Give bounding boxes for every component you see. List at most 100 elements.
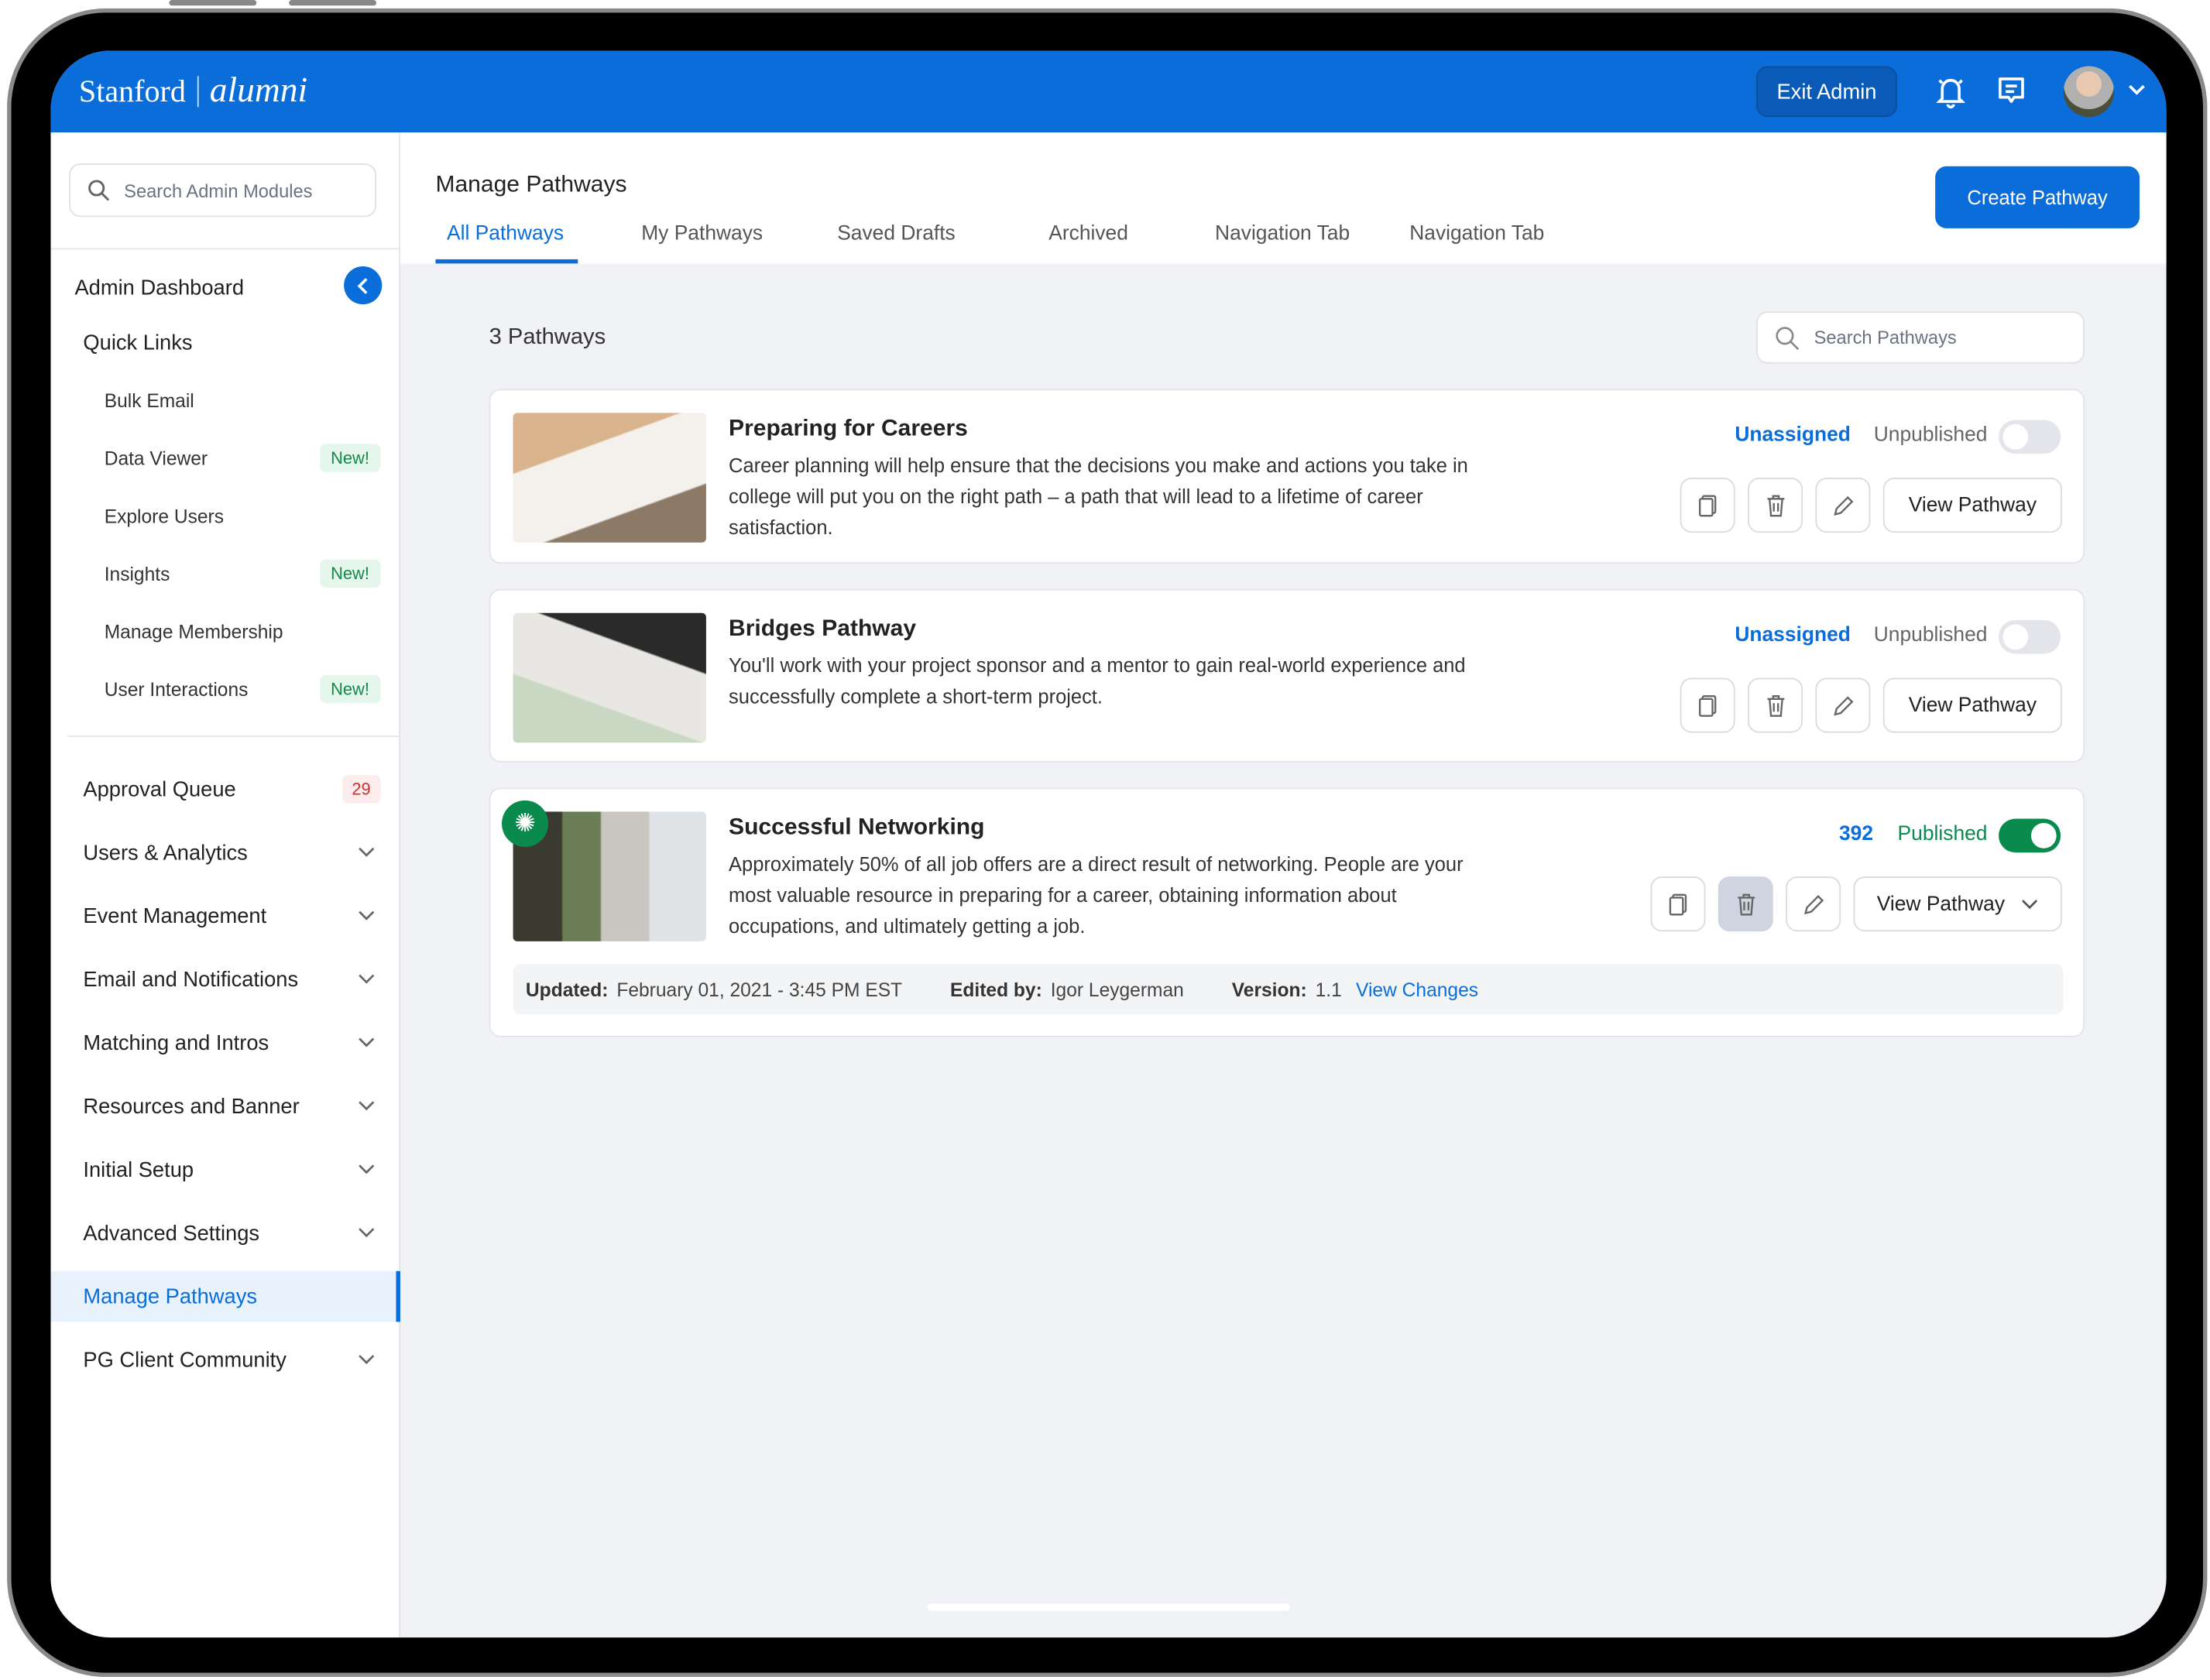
- label: Manage Membership: [104, 620, 283, 643]
- delete-button[interactable]: [1718, 876, 1773, 932]
- edit-button[interactable]: [1815, 478, 1871, 533]
- pathway-description: You'll work with your project sponsor an…: [729, 653, 1466, 708]
- label: User Interactions: [104, 678, 249, 700]
- tab-navigation[interactable]: Navigation Tab: [1215, 223, 1350, 245]
- tab-archived[interactable]: Archived: [1048, 223, 1128, 245]
- edit-button[interactable]: [1786, 876, 1841, 932]
- tab-saved-drafts[interactable]: Saved Drafts: [837, 223, 956, 245]
- label: Admin Dashboard: [74, 275, 245, 300]
- new-badge: New!: [319, 674, 381, 704]
- bell-icon[interactable]: [1935, 74, 1966, 109]
- stanford-alumni-logo[interactable]: Stanford alumni: [79, 72, 307, 111]
- assignment-status[interactable]: Unassigned: [1735, 424, 1851, 447]
- copy-icon: [1668, 893, 1687, 915]
- label: Advanced Settings: [83, 1221, 260, 1246]
- divider: [50, 248, 400, 250]
- label: Insights: [104, 563, 170, 585]
- label: Bulk Email: [104, 389, 194, 411]
- label: Approval Queue: [83, 777, 236, 801]
- sidebar-section[interactable]: Email and Notifications: [51, 964, 400, 995]
- sidebar-item-insights[interactable]: Insights New!: [51, 558, 400, 589]
- count-badge: 29: [341, 775, 381, 804]
- sidebar-item-pg-client-community[interactable]: PG Client Community: [51, 1344, 400, 1375]
- view-changes-link[interactable]: View Changes: [1356, 979, 1478, 999]
- admin-search-input[interactable]: Search Admin Modules: [69, 163, 376, 218]
- exit-admin-button[interactable]: Exit Admin: [1755, 66, 1897, 118]
- new-badge: New!: [319, 559, 381, 588]
- pathways-search-input[interactable]: Search Pathways: [1755, 311, 2085, 364]
- copy-icon: [1698, 694, 1716, 716]
- publish-status: Unpublished: [1873, 423, 1988, 447]
- publish-toggle[interactable]: [1999, 420, 2061, 454]
- delete-button[interactable]: [1748, 677, 1803, 733]
- top-bar: Stanford alumni Exit Admin: [50, 50, 2167, 133]
- pencil-icon: [1833, 495, 1853, 516]
- label: Edited by:: [950, 979, 1042, 1000]
- label: Quick Links: [83, 330, 193, 355]
- search-icon: [88, 180, 110, 201]
- chevron-down-icon: [359, 910, 375, 921]
- sidebar-item-user-interactions[interactable]: User Interactions New!: [51, 674, 400, 705]
- label: Updated:: [525, 979, 609, 1000]
- publish-status: Published: [1897, 822, 1988, 846]
- home-indicator: [927, 1603, 1290, 1611]
- search-placeholder: Search Admin Modules: [124, 180, 313, 201]
- label: Manage Pathways: [83, 1284, 258, 1309]
- duplicate-button[interactable]: [1680, 478, 1735, 533]
- assignment-status[interactable]: 392: [1839, 823, 1873, 845]
- edit-button[interactable]: [1815, 677, 1871, 733]
- sidebar-section[interactable]: Advanced Settings: [51, 1218, 400, 1249]
- version-number: 1.1: [1315, 979, 1342, 1000]
- duplicate-button[interactable]: [1650, 876, 1706, 932]
- label: Email and Notifications: [83, 967, 299, 992]
- collapse-sidebar-button[interactable]: [344, 266, 383, 305]
- chevron-down-icon: [359, 1101, 375, 1111]
- publish-toggle[interactable]: [1999, 619, 2061, 654]
- label: View Pathway: [1908, 694, 2037, 717]
- pathway-title[interactable]: Bridges Pathway: [729, 615, 916, 643]
- page-title: Manage Pathways: [435, 172, 627, 197]
- search-icon: [1776, 326, 1800, 350]
- sidebar-section[interactable]: Matching and Intros: [51, 1027, 400, 1058]
- sidebar-section[interactable]: Resources and Banner: [51, 1091, 400, 1122]
- chat-icon[interactable]: [1996, 74, 2026, 108]
- view-pathway-button[interactable]: View Pathway: [1882, 677, 2062, 733]
- pathway-title[interactable]: Successful Networking: [729, 814, 984, 842]
- tab-all-pathways[interactable]: All Pathways: [447, 223, 564, 245]
- chevron-down-icon[interactable]: [2127, 83, 2147, 97]
- trash-icon: [1766, 694, 1784, 716]
- sidebar-item-quick-links[interactable]: Quick Links: [51, 327, 400, 358]
- featured-badge-icon: ✺: [501, 800, 549, 847]
- chevron-down-icon: [359, 974, 375, 984]
- sidebar-section[interactable]: Users & Analytics: [51, 837, 400, 868]
- delete-button[interactable]: [1748, 478, 1803, 533]
- assignment-status[interactable]: Unassigned: [1735, 624, 1851, 646]
- chevron-left-icon: [356, 277, 367, 293]
- tab-navigation[interactable]: Navigation Tab: [1409, 223, 1544, 245]
- view-pathway-button[interactable]: View Pathway: [1882, 478, 2062, 533]
- pathway-title[interactable]: Preparing for Careers: [729, 416, 968, 443]
- hardware-button: [289, 0, 376, 6]
- sidebar-item-explore-users[interactable]: Explore Users: [51, 500, 400, 531]
- view-pathway-dropdown[interactable]: View Pathway: [1853, 876, 2062, 932]
- duplicate-button[interactable]: [1680, 677, 1735, 733]
- chevron-down-icon: [359, 1355, 375, 1365]
- publish-toggle[interactable]: [1999, 818, 2061, 853]
- sidebar: Search Admin Modules Admin Dashboard Qui…: [50, 132, 400, 1638]
- create-pathway-button[interactable]: Create Pathway: [1935, 166, 2140, 228]
- user-avatar[interactable]: [2063, 66, 2115, 118]
- sidebar-item-data-viewer[interactable]: Data Viewer New!: [51, 443, 400, 474]
- pathway-thumbnail: [513, 413, 706, 543]
- logo-secondary: alumni: [209, 71, 308, 110]
- label: Explore Users: [104, 505, 225, 526]
- sidebar-section[interactable]: Event Management: [51, 900, 400, 931]
- tab-my-pathways[interactable]: My Pathways: [641, 223, 763, 245]
- sidebar-item-approval-queue[interactable]: Approval Queue 29: [51, 773, 400, 804]
- pathway-card: Bridges Pathway You'll work with your pr…: [489, 588, 2085, 763]
- sidebar-item-manage-pathways[interactable]: Manage Pathways: [50, 1270, 400, 1322]
- sidebar-item-manage-membership[interactable]: Manage Membership: [51, 615, 400, 646]
- label: Version:: [1231, 979, 1307, 1000]
- label: Resources and Banner: [83, 1094, 300, 1119]
- sidebar-item-bulk-email[interactable]: Bulk Email: [51, 385, 400, 416]
- sidebar-section[interactable]: Initial Setup: [51, 1154, 400, 1185]
